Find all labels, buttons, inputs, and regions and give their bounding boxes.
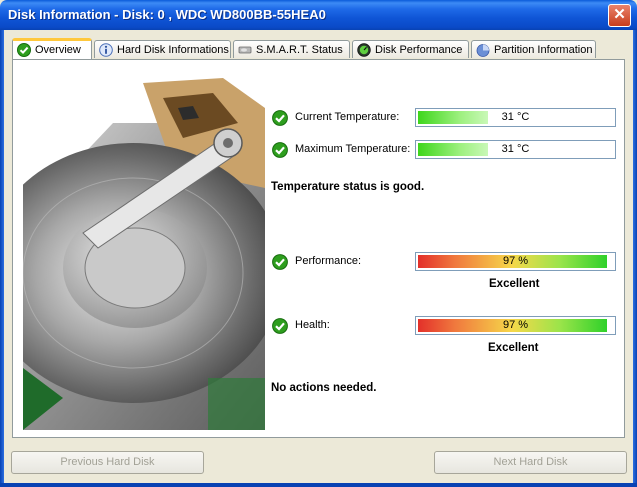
overview-panel: Current Temperature: 31 °C Maximum Tempe… — [12, 59, 625, 438]
tab-smart-status[interactable]: S.M.A.R.T. Status — [233, 40, 350, 58]
next-hard-disk-button[interactable]: Next Hard Disk — [434, 451, 627, 474]
health-bar: 97 % — [415, 316, 616, 335]
maximum-temperature-ok-icon — [272, 142, 288, 158]
window-border-right — [633, 30, 637, 487]
close-button[interactable]: ✕ — [608, 4, 631, 27]
maximum-temperature-label: Maximum Temperature: — [295, 143, 411, 155]
actions-status-text: No actions needed. — [271, 382, 377, 394]
tab-label: Disk Performance — [375, 43, 463, 56]
title-bar[interactable]: Disk Information - Disk: 0 , WDC WD800BB… — [0, 0, 637, 30]
tab-partition-information[interactable]: Partition Information — [471, 40, 596, 58]
tab-label: Partition Information — [494, 43, 593, 56]
health-label: Health: — [295, 319, 330, 331]
tab-label: Overview — [35, 44, 81, 56]
window-border-bottom — [0, 483, 637, 487]
tab-disk-performance[interactable]: Disk Performance — [352, 40, 469, 58]
temperature-status-text: Temperature status is good. — [271, 181, 425, 193]
pie-icon — [476, 43, 490, 57]
maximum-temperature-bar: 31 °C — [415, 140, 616, 159]
health-rating: Excellent — [488, 342, 539, 354]
green-check-icon — [17, 43, 31, 57]
maximum-temperature-value: 31 °C — [501, 143, 530, 155]
tab-overview[interactable]: Overview — [12, 38, 92, 59]
tab-label: Hard Disk Informations — [117, 43, 229, 56]
current-temperature-label: Current Temperature: — [295, 111, 400, 123]
hard-disk-image — [23, 68, 265, 430]
info-icon — [99, 42, 113, 57]
performance-value: 97 % — [502, 255, 529, 267]
current-temperature-ok-icon — [272, 110, 288, 126]
performance-ok-icon — [272, 254, 288, 270]
previous-hard-disk-button[interactable]: Previous Hard Disk — [11, 451, 204, 474]
current-temperature-value: 31 °C — [501, 111, 530, 123]
performance-label: Performance: — [295, 255, 362, 267]
performance-bar: 97 % — [415, 252, 616, 271]
health-ok-icon — [272, 318, 288, 334]
disk-icon — [238, 46, 252, 53]
window-title: Disk Information - Disk: 0 , WDC WD800BB… — [8, 7, 326, 22]
tab-label: S.M.A.R.T. Status — [256, 43, 343, 56]
current-temperature-bar: 31 °C — [415, 108, 616, 127]
gauge-icon — [357, 42, 371, 57]
performance-rating: Excellent — [489, 278, 540, 290]
close-icon: ✕ — [613, 6, 626, 23]
window-border-left — [0, 30, 4, 487]
health-value: 97 % — [502, 319, 529, 331]
tab-hard-disk-informations[interactable]: Hard Disk Informations — [94, 40, 231, 58]
